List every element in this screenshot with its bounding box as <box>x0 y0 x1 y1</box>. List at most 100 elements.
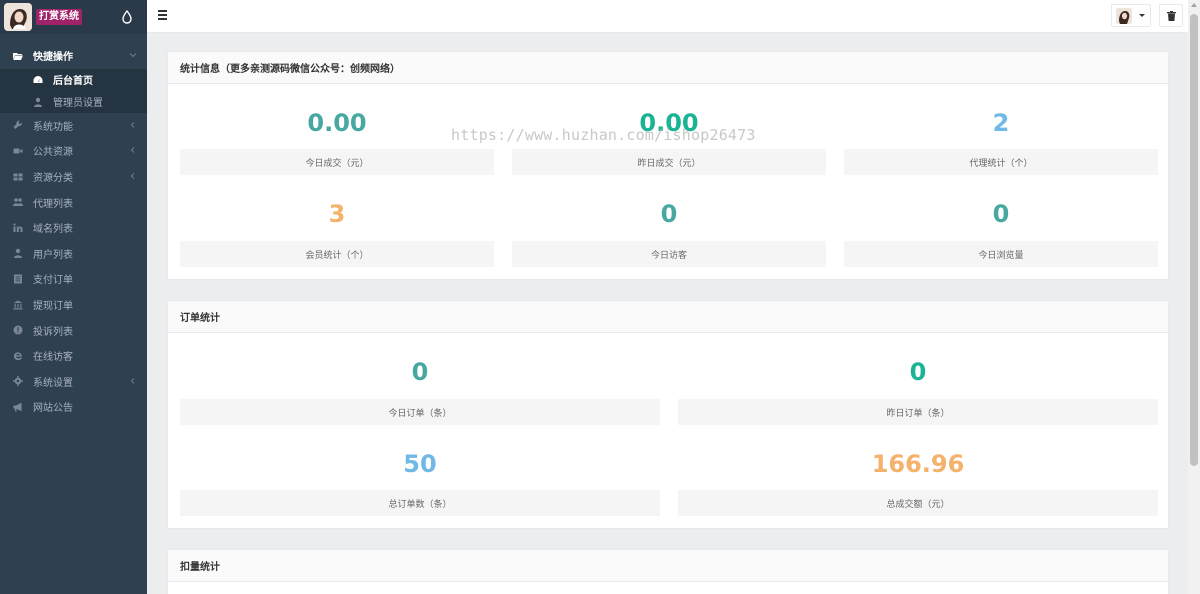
caret-down-icon <box>1139 14 1145 17</box>
scroll-up-arrow-icon[interactable] <box>1191 3 1197 7</box>
sidebar: 打赏系统 快捷操作 后台首页 管理员设置 系统功能 公共资源 资源分类 代理列表… <box>0 0 147 594</box>
stat-label: 今日订单（条） <box>180 399 660 425</box>
main-content: 统计信息（更多亲测源码微信公众号：创频网络） 0.00 今日成交（元） 0.00… <box>147 33 1188 594</box>
watermark-text: https://www.huzhan.com/ishop26473 <box>451 126 756 144</box>
sidebar-item-system-functions[interactable]: 系统功能 <box>0 113 147 139</box>
sidebar-item-label: 域名列表 <box>33 224 73 236</box>
stat-member-count: 3 会员统计（个） <box>180 194 494 267</box>
folder-open-icon <box>12 50 24 62</box>
chevron-left-icon <box>130 172 135 179</box>
video-icon <box>12 145 24 157</box>
sidebar-item-label: 快捷操作 <box>33 52 73 64</box>
water-drop-icon[interactable] <box>121 10 133 24</box>
panel-title: 统计信息（更多亲测源码微信公众号：创频网络） <box>168 52 1168 84</box>
dashboard-icon <box>32 74 44 86</box>
sidebar-item-system-settings[interactable]: 系统设置 <box>0 369 147 395</box>
wrench-icon <box>12 119 24 131</box>
sidebar-item-payment-orders[interactable]: 支付订单 <box>0 266 147 292</box>
user-icon <box>12 247 24 259</box>
linkedin-icon <box>12 222 24 234</box>
sidebar-item-domain-list[interactable]: 域名列表 <box>0 215 147 241</box>
sidebar-menu: 快捷操作 <box>0 43 147 69</box>
chevron-left-icon <box>130 147 135 154</box>
clear-cache-button[interactable] <box>1159 4 1183 27</box>
sidebar-item-public-resources[interactable]: 公共资源 <box>0 138 147 164</box>
stat-value: 3 <box>328 200 346 228</box>
list-icon <box>12 273 24 285</box>
gear-icon <box>12 375 24 387</box>
sidebar-item-label: 网站公告 <box>33 403 73 415</box>
stat-value: 2 <box>992 109 1010 137</box>
sidebar-item-label: 在线访客 <box>33 352 73 364</box>
sidebar-item-agent-list[interactable]: 代理列表 <box>0 189 147 215</box>
sidebar-item-label: 管理员设置 <box>53 98 103 110</box>
sidebar-item-label: 系统功能 <box>33 121 73 133</box>
grid-icon <box>12 171 24 183</box>
sidebar-item-label: 后台首页 <box>53 76 93 88</box>
sidebar-item-label: 公共资源 <box>33 147 73 159</box>
stat-agent-count: 2 代理统计（个） <box>844 103 1158 175</box>
deduction-panel: 扣量统计 <box>167 549 1169 594</box>
sidebar-item-label: 系统设置 <box>33 377 73 389</box>
sidebar-item-label: 资源分类 <box>33 173 73 185</box>
sidebar-item-quick-actions[interactable]: 快捷操作 <box>0 43 147 69</box>
alert-circle-icon <box>12 324 24 336</box>
stat-today-revenue: 0.00 今日成交（元） <box>180 103 494 175</box>
stat-label: 总订单数（条） <box>180 490 660 516</box>
sidebar-item-site-announcements[interactable]: 网站公告 <box>0 394 147 420</box>
sidebar-item-withdraw-orders[interactable]: 提现订单 <box>0 292 147 318</box>
stat-label: 昨日成交（元） <box>512 149 826 175</box>
stat-today-orders: 0 今日订单（条） <box>180 352 660 425</box>
stat-label: 会员统计（个） <box>180 241 494 267</box>
sidebar-item-online-visitors[interactable]: 在线访客 <box>0 343 147 369</box>
chevron-left-icon <box>130 121 135 128</box>
top-navbar <box>147 0 1188 33</box>
stat-today-visitors: 0 今日访客 <box>512 194 826 267</box>
sidebar-item-resource-categories[interactable]: 资源分类 <box>0 164 147 190</box>
stat-value: 166.96 <box>871 450 965 478</box>
panel-title: 扣量统计 <box>168 550 1168 582</box>
stat-total-orders: 50 总订单数（条） <box>180 444 660 516</box>
scrollbar-thumb[interactable] <box>1190 14 1198 466</box>
sidebar-item-user-list[interactable]: 用户列表 <box>0 241 147 267</box>
stat-today-pageviews: 0 今日浏览量 <box>844 194 1158 267</box>
menu-toggle-icon[interactable] <box>158 10 167 20</box>
stat-value: 0 <box>411 358 429 386</box>
stat-value: 0 <box>992 200 1010 228</box>
users-icon <box>12 196 24 208</box>
avatar <box>1116 7 1132 24</box>
stat-value: 50 <box>403 450 437 478</box>
stat-label: 今日访客 <box>512 241 826 267</box>
page-scrollbar[interactable] <box>1188 0 1200 594</box>
brand-avatar <box>4 3 32 31</box>
bullhorn-icon <box>12 401 24 413</box>
stat-total-revenue: 166.96 总成交额（元） <box>678 444 1158 516</box>
user-menu-button[interactable] <box>1111 4 1151 27</box>
sidebar-item-dashboard[interactable]: 后台首页 <box>0 69 147 91</box>
sidebar-item-label: 提现订单 <box>33 301 73 313</box>
stat-value: 0 <box>660 200 678 228</box>
stat-value: 0 <box>909 358 927 386</box>
chevron-down-icon <box>129 53 137 58</box>
chevron-left-icon <box>130 377 135 384</box>
stat-value: 0.00 <box>307 109 367 137</box>
sidebar-item-complaint-list[interactable]: 投诉列表 <box>0 317 147 343</box>
user-icon <box>32 96 44 108</box>
orders-panel: 订单统计 0 今日订单（条） 0 昨日订单（条） 50 总订单数（条） 166.… <box>167 300 1169 529</box>
stat-label: 今日成交（元） <box>180 149 494 175</box>
bank-icon <box>12 299 24 311</box>
stat-label: 今日浏览量 <box>844 241 1158 267</box>
sidebar-item-admin-settings[interactable]: 管理员设置 <box>0 91 147 113</box>
sidebar-item-label: 用户列表 <box>33 249 73 261</box>
stat-yesterday-orders: 0 昨日订单（条） <box>678 352 1158 425</box>
brand-title: 打赏系统 <box>36 9 82 25</box>
sidebar-menu-rest: 系统功能 公共资源 资源分类 代理列表 域名列表 用户列表 支付订单 提现订单 … <box>0 113 147 420</box>
stat-label: 总成交额（元） <box>678 490 1158 516</box>
sidebar-item-label: 代理列表 <box>33 198 73 210</box>
stat-label: 昨日订单（条） <box>678 399 1158 425</box>
sidebar-item-label: 投诉列表 <box>33 326 73 338</box>
brand-header: 打赏系统 <box>0 0 147 34</box>
stats-panel: 统计信息（更多亲测源码微信公众号：创频网络） 0.00 今日成交（元） 0.00… <box>167 51 1169 280</box>
ie-icon <box>12 350 24 362</box>
sidebar-submenu: 后台首页 管理员设置 <box>0 68 147 113</box>
